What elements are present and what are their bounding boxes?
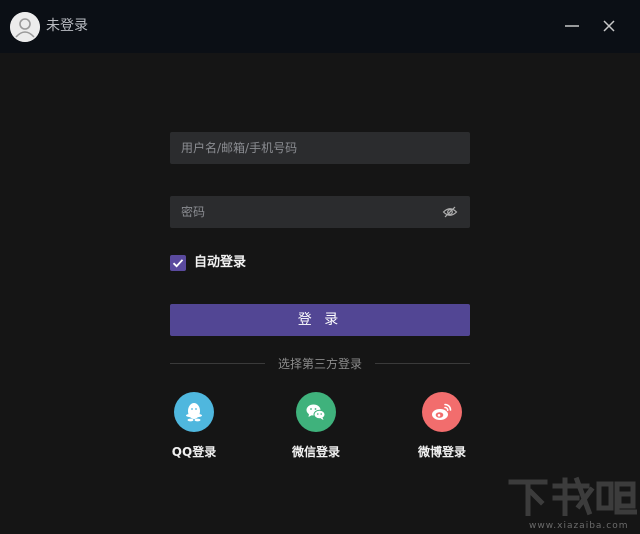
username-field	[170, 132, 470, 164]
weibo-login-button[interactable]: 微博登录	[402, 392, 482, 462]
title-bar: 未登录	[0, 0, 640, 53]
user-avatar-icon[interactable]	[10, 12, 40, 42]
weibo-login-label: 微博登录	[417, 445, 466, 459]
username-input[interactable]	[170, 132, 470, 164]
wechat-login-label: 微信登录	[291, 445, 340, 459]
weibo-icon	[422, 392, 462, 432]
wechat-icon	[296, 392, 336, 432]
watermark: www.xiazaiba.com	[503, 476, 640, 534]
minimize-icon[interactable]	[562, 16, 582, 36]
close-icon[interactable]	[599, 16, 619, 36]
divider-right	[375, 363, 470, 364]
qq-login-label: QQ登录	[171, 445, 217, 459]
divider-left	[170, 363, 265, 364]
password-input[interactable]	[170, 196, 470, 228]
login-button[interactable]: 登 录	[170, 304, 470, 336]
eye-off-icon[interactable]	[442, 204, 458, 220]
wechat-login-button[interactable]: 微信登录	[276, 392, 356, 462]
login-status-text[interactable]: 未登录	[46, 17, 88, 35]
qq-login-button[interactable]: QQ登录	[154, 392, 234, 462]
auto-login-checkbox[interactable]	[170, 255, 186, 271]
auto-login-label[interactable]: 自动登录	[194, 255, 246, 271]
watermark-url: www.xiazaiba.com	[529, 521, 629, 531]
watermark-logo	[508, 476, 637, 516]
password-field	[170, 196, 470, 228]
third-party-divider-text: 选择第三方登录	[277, 357, 362, 371]
qq-icon	[174, 392, 214, 432]
